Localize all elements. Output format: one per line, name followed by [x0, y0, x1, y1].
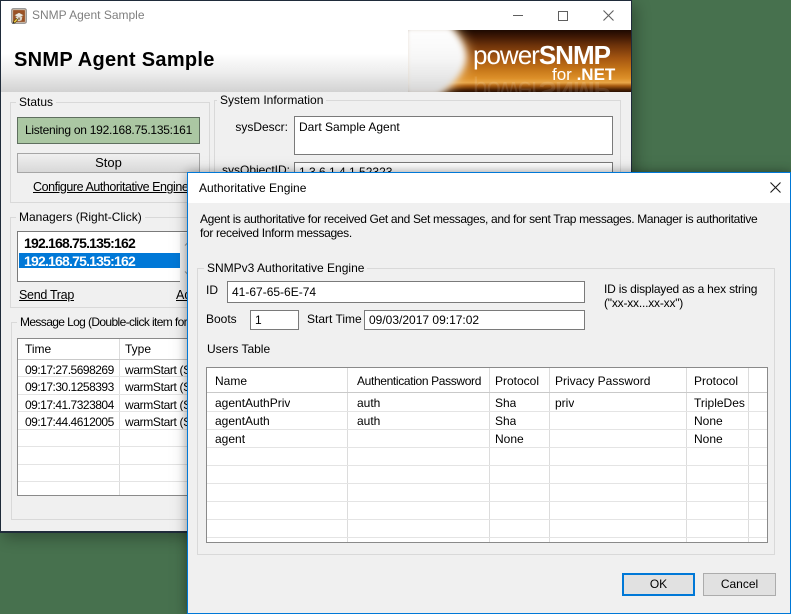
svg-text:for .NET: for .NET: [552, 65, 616, 84]
